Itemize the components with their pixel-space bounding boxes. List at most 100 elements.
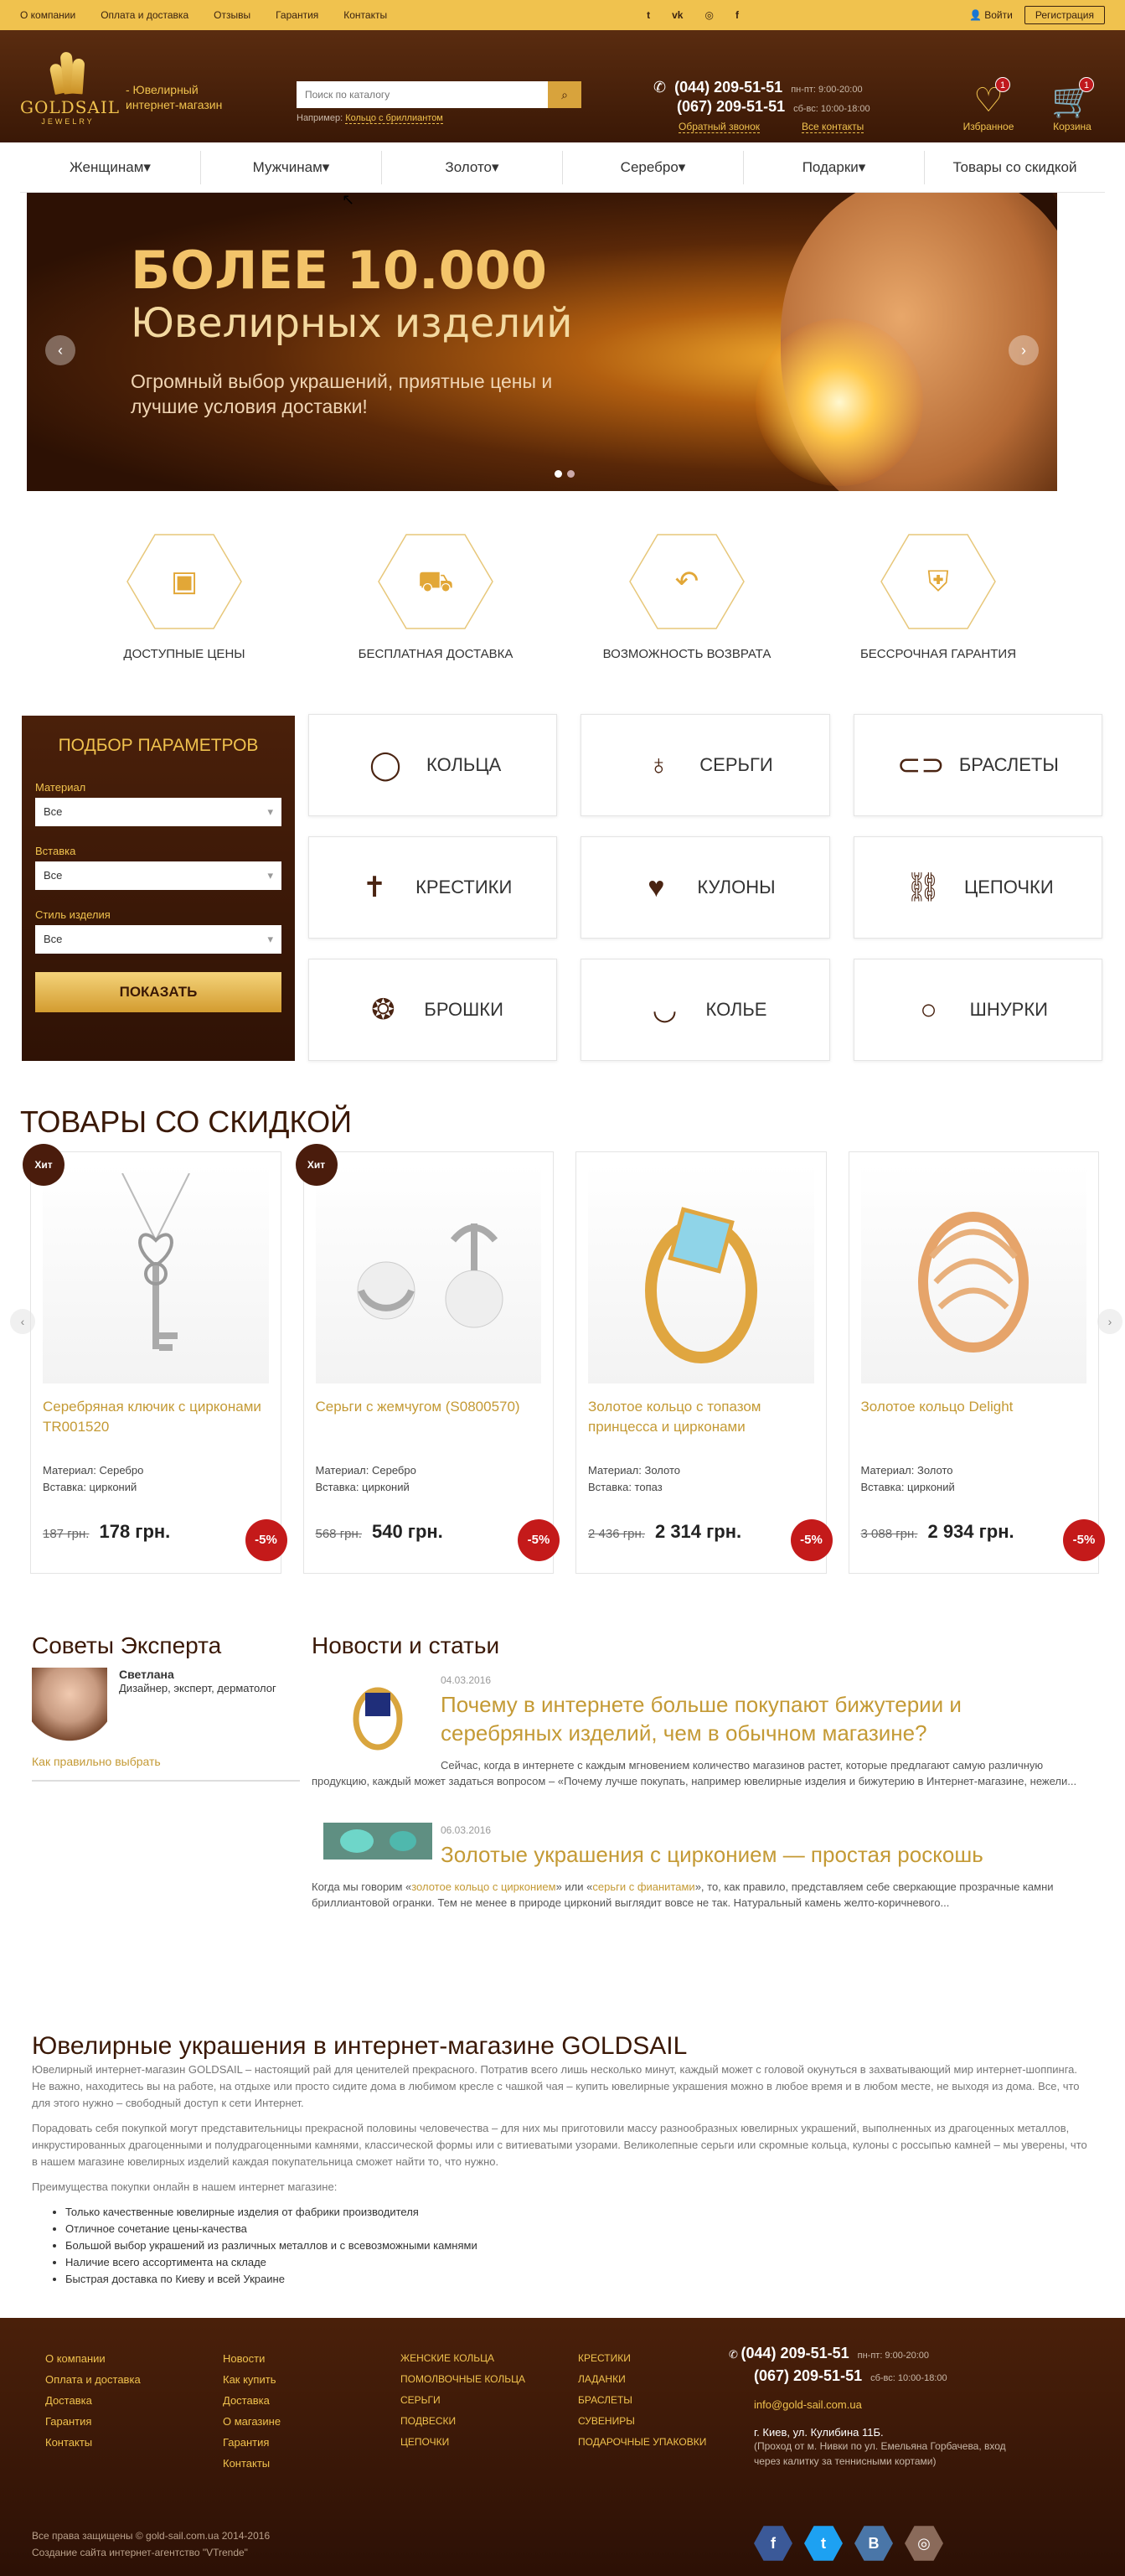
product-card[interactable]: Золотое кольцо с топазом принцесса и цир…	[575, 1151, 833, 1574]
style-select[interactable]: Все	[35, 925, 281, 954]
vk-icon[interactable]: В	[854, 2526, 893, 2561]
footer-link[interactable]: Подарочные упаковки	[578, 2432, 706, 2453]
footer-link[interactable]: Ладанки	[578, 2369, 706, 2390]
search-hint-link[interactable]: Кольцо с бриллиантом	[345, 113, 443, 124]
category-rings[interactable]: ◯ КОЛЬЦА	[308, 714, 558, 816]
product-card[interactable]: Хит Серебряная ключик с цирконами TR0015…	[23, 1144, 287, 1574]
material-select[interactable]: Все	[35, 798, 281, 826]
callback-link[interactable]: Обратный звонок	[679, 121, 761, 133]
top-link-contacts[interactable]: Контакты	[343, 9, 387, 21]
footer-link[interactable]: Серьги	[400, 2390, 525, 2411]
article-inline-link[interactable]: серьги с фианитами	[592, 1880, 694, 1893]
search-input[interactable]	[297, 81, 550, 108]
article-thumbnail[interactable]	[323, 1673, 432, 1756]
product-card[interactable]: Хит Серьги с жемчугом (S0800570) Материа…	[295, 1144, 560, 1574]
footer-link[interactable]: Доставка	[223, 2390, 281, 2411]
product-name[interactable]: Золотое кольцо с топазом принцесса и цир…	[588, 1397, 814, 1456]
twitter-icon[interactable]: t	[804, 2526, 843, 2561]
footer-link[interactable]: Оплата и доставка	[45, 2369, 141, 2390]
product-material: Материал: Серебро	[315, 1464, 416, 1477]
cart-button[interactable]: 🛒 1 Корзина	[1039, 77, 1106, 132]
footer-link[interactable]: Гарантия	[223, 2432, 281, 2453]
category-brooches[interactable]: ❂ БРОШКИ	[308, 959, 558, 1061]
product-insert: Вставка: цирконий	[315, 1481, 410, 1493]
favorites-button[interactable]: ♡ 1 Избранное	[955, 77, 1022, 132]
category-pendants[interactable]: ♥ КУЛОНЫ	[581, 836, 830, 939]
footer-link[interactable]: Подвески	[400, 2411, 525, 2432]
top-link-payment[interactable]: Оплата и доставка	[101, 9, 188, 21]
category-chains[interactable]: ⛓ ЦЕПОЧКИ	[853, 836, 1102, 939]
facebook-icon[interactable]: f	[754, 2526, 792, 2561]
category-bracelets[interactable]: ⊂⊃ БРАСЛЕТЫ	[853, 714, 1102, 816]
expert-link[interactable]: Как правильно выбрать	[32, 1755, 300, 1782]
login-link[interactable]: 👤 Войти	[969, 9, 1013, 21]
category-earrings[interactable]: ♁ СЕРЬГИ	[581, 714, 830, 816]
product-image[interactable]	[315, 1164, 541, 1384]
product-name[interactable]: Золотое кольцо Delight	[861, 1397, 1087, 1456]
all-contacts-link[interactable]: Все контакты	[802, 121, 864, 133]
nav-silver[interactable]: Серебро▾	[563, 150, 744, 184]
feature-return: ↶ ВОЗМОЖНОСТЬ ВОЗВРАТА	[561, 533, 813, 661]
phone-1[interactable]: (044) 209-51-51	[674, 79, 782, 96]
twitter-icon[interactable]: t	[647, 9, 650, 21]
footer-social: f t В ◎	[754, 2524, 943, 2563]
footer-link[interactable]: Контакты	[45, 2432, 141, 2453]
nav-women[interactable]: Женщинам▾	[20, 150, 201, 184]
footer-phone-1[interactable]: (044) 209-51-51	[741, 2345, 849, 2361]
category-crosses[interactable]: ✝ КРЕСТИКИ	[308, 836, 558, 939]
footer-link[interactable]: Гарантия	[45, 2411, 141, 2432]
banner-dot-1[interactable]	[555, 470, 562, 478]
footer-email[interactable]: info@gold-sail.com.ua	[729, 2398, 1030, 2411]
footer-link[interactable]: Женские кольца	[400, 2348, 525, 2369]
nav-gold[interactable]: Золото▾	[382, 150, 563, 184]
nav-sale[interactable]: Товары со скидкой	[925, 151, 1105, 184]
instagram-icon[interactable]: ◎	[905, 2526, 943, 2561]
search-button[interactable]: ⌕	[548, 81, 581, 108]
top-link-about[interactable]: О компании	[20, 9, 75, 21]
banner-next-arrow-icon[interactable]: ›	[1009, 335, 1039, 365]
footer-link[interactable]: Как купить	[223, 2369, 281, 2390]
nav-gifts[interactable]: Подарки▾	[744, 150, 925, 184]
list-item: Большой выбор украшений из различных мет…	[65, 2237, 1087, 2254]
footer-link[interactable]: Крестики	[578, 2348, 706, 2369]
footer-link[interactable]: Цепочки	[400, 2432, 525, 2453]
category-cords[interactable]: ○ ШНУРКИ	[853, 959, 1102, 1061]
footer-link[interactable]: Сувениры	[578, 2411, 706, 2432]
insert-label: Вставка	[35, 845, 76, 857]
instagram-icon[interactable]: ◎	[704, 9, 713, 21]
footer-link[interactable]: Помолвочные кольца	[400, 2369, 525, 2390]
register-button[interactable]: Регистрация	[1024, 6, 1105, 24]
developer-credit[interactable]: Создание сайта интернет-агентство "VTren…	[32, 2544, 270, 2561]
insert-select[interactable]: Все	[35, 861, 281, 890]
footer-link[interactable]: О компании	[45, 2348, 141, 2369]
footer-link[interactable]: Браслеты	[578, 2390, 706, 2411]
product-name[interactable]: Серебряная ключик с цирконами TR001520	[43, 1397, 269, 1456]
phone-2[interactable]: (067) 209-51-51	[677, 98, 785, 116]
footer-link[interactable]: Контакты	[223, 2453, 281, 2474]
vk-icon[interactable]: vk	[672, 9, 683, 21]
banner-prev-arrow-icon[interactable]: ‹	[45, 335, 75, 365]
product-image[interactable]	[860, 1164, 1086, 1384]
top-link-warranty[interactable]: Гарантия	[276, 9, 318, 21]
article-thumbnail[interactable]	[323, 1823, 432, 1860]
product-name[interactable]: Серьги с жемчугом (S0800570)	[316, 1397, 542, 1456]
products-next-arrow-icon[interactable]: ›	[1097, 1309, 1122, 1334]
hero-banner[interactable]: БОЛЕЕ 10.000 Ювелирных изделий Огромный …	[27, 193, 1057, 491]
article-inline-link[interactable]: золотое кольцо с цирконием	[411, 1880, 555, 1893]
banner-dot-2[interactable]	[567, 470, 575, 478]
product-image[interactable]	[43, 1164, 269, 1384]
article-text-part: Когда мы говорим «	[312, 1880, 412, 1893]
footer-link[interactable]: Доставка	[45, 2390, 141, 2411]
logo[interactable]: GOLDSAIL JEWELRY	[20, 45, 119, 139]
footer-link[interactable]: Новости	[223, 2348, 281, 2369]
category-necklaces[interactable]: ◡ КОЛЬЕ	[581, 959, 830, 1061]
product-card[interactable]: Золотое кольцо Delight Материал: Золото В…	[848, 1151, 1105, 1574]
facebook-icon[interactable]: f	[735, 9, 739, 21]
sail-logo-icon	[49, 45, 87, 96]
footer-phone-2[interactable]: (067) 209-51-51	[754, 2367, 862, 2384]
top-link-reviews[interactable]: Отзывы	[214, 9, 250, 21]
footer-link[interactable]: О магазине	[223, 2411, 281, 2432]
product-image[interactable]	[588, 1164, 814, 1384]
show-button[interactable]: ПОКАЗАТЬ	[35, 972, 281, 1012]
nav-men[interactable]: Мужчинам▾	[201, 150, 382, 184]
